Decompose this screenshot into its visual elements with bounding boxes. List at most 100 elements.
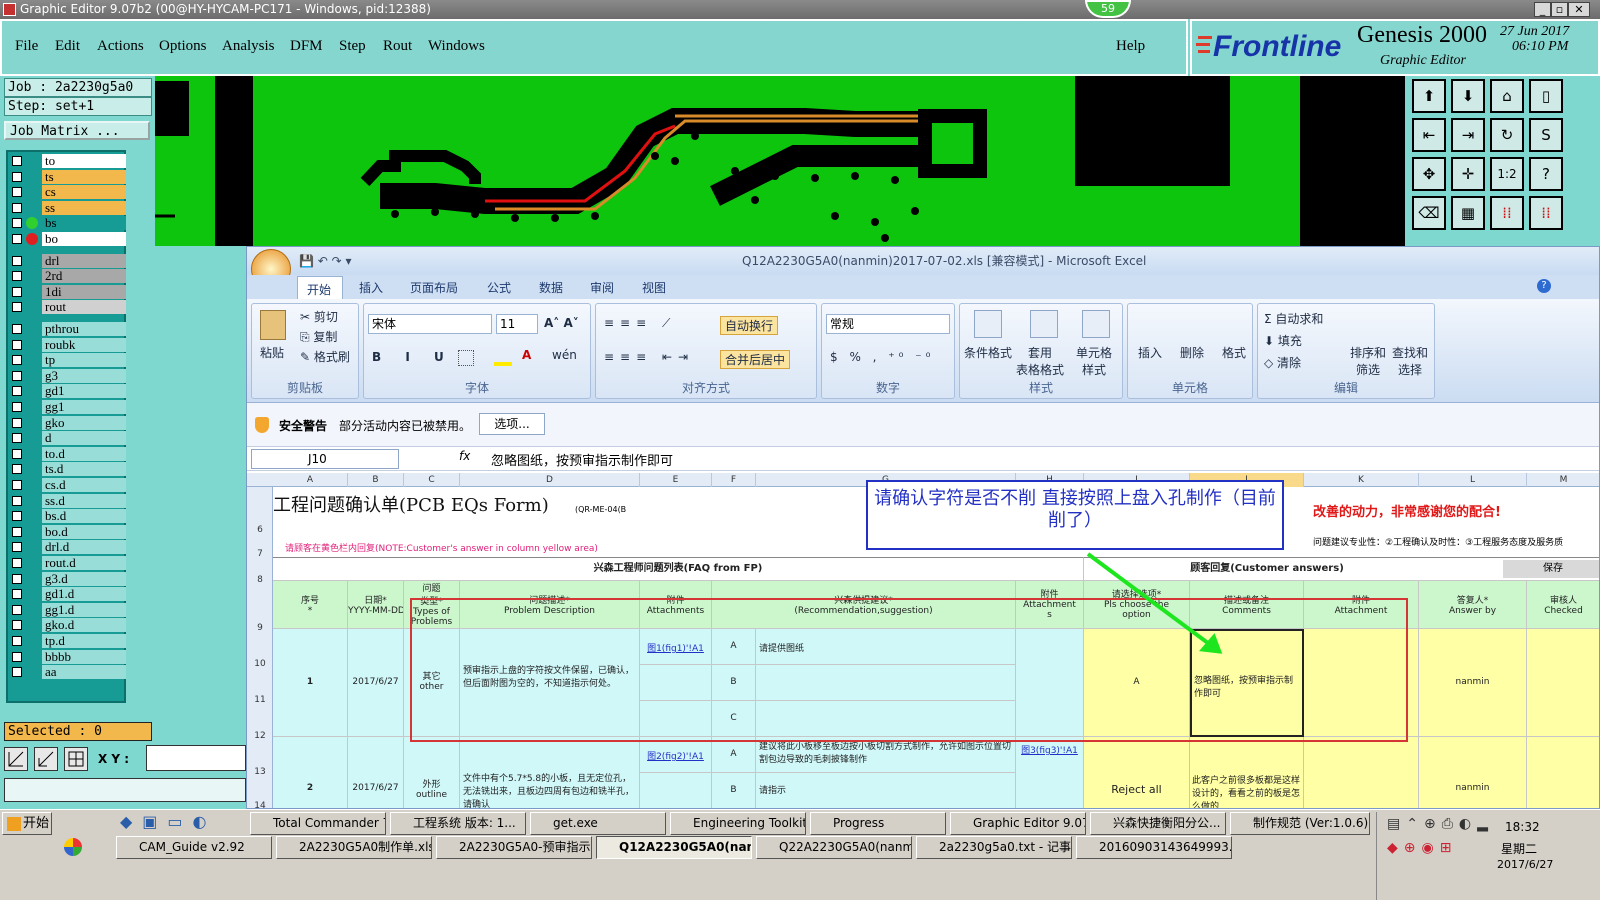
font-size-select[interactable]: 11 — [496, 314, 538, 334]
graphic-canvas[interactable] — [155, 76, 1405, 246]
layer-row[interactable]: rout.d — [10, 556, 126, 570]
col-header[interactable]: L — [1419, 473, 1527, 487]
row2-attachment-link[interactable]: 图2(fig2)'!A1 — [640, 737, 712, 773]
col-header[interactable]: K — [1304, 473, 1419, 487]
autosum-button[interactable]: Σ 自动求和 — [1264, 310, 1323, 327]
function-icon[interactable]: fx — [459, 449, 470, 463]
layer-checkbox[interactable] — [12, 234, 22, 244]
layer-row[interactable]: g3.d — [10, 571, 126, 586]
layer-row[interactable]: 2rd — [10, 269, 126, 284]
layer-row[interactable]: bbbb — [10, 649, 126, 664]
format-table-button[interactable]: 套用 表格格式 — [1016, 344, 1064, 378]
minimize-button[interactable]: _ — [1534, 2, 1551, 17]
layer-label[interactable]: ts — [42, 169, 126, 184]
bold-italic-underline-icons[interactable]: B I U — [372, 350, 454, 364]
tab-page-layout[interactable]: 页面布局 — [410, 279, 458, 296]
tab-formulas[interactable]: 公式 — [487, 279, 511, 296]
col-header[interactable]: F — [712, 473, 756, 487]
erase-icon[interactable]: ⌫ — [1412, 196, 1446, 230]
delete-cells-button[interactable]: 删除 — [1180, 344, 1204, 361]
layer-row[interactable]: ss — [10, 200, 126, 215]
task-work-order-xls[interactable]: 2A2230G5A0制作单.xls ... — [276, 836, 432, 859]
row2-date[interactable]: 2017/6/27 — [348, 737, 404, 808]
task-progress[interactable]: Progress — [810, 812, 946, 835]
layer-row[interactable]: cs — [10, 185, 126, 200]
name-box[interactable]: J10 — [251, 449, 399, 469]
layer-checkbox[interactable] — [12, 604, 22, 615]
cell-styles-button[interactable]: 单元格 样式 — [1076, 344, 1112, 378]
layer-checkbox[interactable] — [12, 433, 22, 444]
tab-view[interactable]: 视图 — [642, 279, 666, 296]
row2-attachment2-link[interactable]: 图3(fig3)'!A1 — [1016, 737, 1084, 808]
layer-label[interactable]: gg1.d — [42, 602, 126, 617]
row-header[interactable]: 7 — [247, 549, 273, 559]
layer-label[interactable]: to.d — [42, 446, 126, 461]
phonetic-icon[interactable]: wén — [552, 348, 577, 362]
pan-right-icon[interactable]: ⇥ — [1451, 118, 1485, 152]
row-header[interactable]: 12 — [247, 731, 273, 741]
job-matrix-button[interactable]: Job Matrix ... — [4, 121, 150, 140]
layer-checkbox[interactable] — [12, 370, 22, 381]
layer-checkbox[interactable] — [12, 667, 22, 678]
layer-checkbox[interactable] — [12, 355, 22, 366]
layer-label[interactable]: tp — [42, 353, 126, 368]
tab-review[interactable]: 审阅 — [590, 279, 614, 296]
layer-row[interactable]: gko — [10, 415, 126, 430]
layer-label[interactable]: bo.d — [42, 524, 126, 539]
insert-cells-button[interactable]: 插入 — [1138, 344, 1162, 361]
row2-checked[interactable] — [1527, 737, 1599, 808]
col-header[interactable]: E — [640, 473, 712, 487]
task-engineering-toolkit[interactable]: Engineering Toolkit 9... — [670, 812, 806, 835]
layer-row[interactable]: tp — [10, 353, 126, 368]
layer-label[interactable]: bs.d — [42, 509, 126, 524]
menu-actions[interactable]: Actions — [97, 38, 144, 55]
layer-checkbox[interactable] — [12, 511, 22, 522]
layer-checkbox[interactable] — [12, 526, 22, 537]
layer-label[interactable]: ts.d — [42, 462, 126, 477]
layer-row[interactable]: gd1 — [10, 384, 126, 399]
tray-icons-row2[interactable]: ◆⊕◉⊞ — [1387, 840, 1457, 856]
layer-row[interactable]: bs — [10, 216, 126, 231]
format-cells-button[interactable]: 格式 — [1222, 344, 1246, 361]
layer-checkbox[interactable] — [12, 286, 22, 297]
number-format-icons[interactable]: $ % , ⁺⁰ ⁻⁰ — [830, 350, 934, 364]
font-color-icon[interactable]: A — [522, 348, 531, 362]
layer-row[interactable]: ss.d — [10, 493, 126, 508]
conditional-format-button[interactable]: 条件格式 — [964, 344, 1012, 361]
tool-measure-icon[interactable] — [34, 747, 58, 771]
font-name-select[interactable]: 宋体 — [368, 314, 492, 334]
task-total-commander[interactable]: Total Commander 7.... — [250, 812, 386, 835]
layer-label[interactable]: drl — [42, 253, 126, 268]
layer-label[interactable]: roubk — [42, 337, 126, 352]
layer-checkbox[interactable] — [12, 156, 22, 166]
layer-checkbox[interactable] — [12, 187, 22, 198]
quick-access-save-icon[interactable]: 💾 ↶ ↷ ▾ — [299, 247, 352, 275]
row2-description[interactable]: 文件中有个5.7*5.8的小板，且无定位孔，无法铣出来，且板边四周有包边和铣半孔… — [460, 737, 640, 808]
layer-label[interactable]: drl.d — [42, 540, 126, 555]
task-graphic-editor[interactable]: Graphic Editor 9.07b... — [950, 812, 1086, 835]
cell-styles-icon[interactable] — [1082, 310, 1110, 338]
layer-checkbox[interactable] — [12, 480, 22, 490]
row2-suggestion-b[interactable]: 请指示 — [756, 773, 1016, 808]
layer-label[interactable]: 2rd — [42, 269, 126, 284]
layer-row[interactable]: drl.d — [10, 540, 126, 555]
layer-row[interactable]: gg1 — [10, 400, 126, 414]
horizontal-align-icons[interactable]: ≡≡≡ ⇤⇥ — [604, 350, 694, 364]
copy-button[interactable]: ⎘ 复制 — [300, 328, 337, 345]
conditional-format-icon[interactable] — [974, 310, 1002, 338]
layer-row[interactable]: rout — [10, 300, 126, 315]
task-notepad[interactable]: 2a2230g5a0.txt - 记事本 — [916, 836, 1072, 859]
menu-edit[interactable]: Edit — [55, 38, 80, 55]
formula-input[interactable]: 忽略图纸，按预审指示制作即可 — [491, 450, 673, 469]
layers-alt-icon[interactable]: ⁞⁞ — [1529, 196, 1563, 230]
layer-label[interactable]: bbbb — [42, 649, 126, 664]
task-preaudit[interactable]: 2A2230G5A0-预审指示... — [436, 836, 592, 859]
layer-label[interactable]: ss.d — [42, 493, 126, 508]
menu-options[interactable]: Options — [159, 38, 207, 55]
task-rtf[interactable]: 20160903143649993.rtf... — [1076, 836, 1232, 859]
layer-checkbox[interactable] — [12, 218, 22, 229]
layer-checkbox[interactable] — [12, 386, 22, 397]
layer-label[interactable]: bo — [42, 232, 126, 246]
scale-icon[interactable]: 1:2 — [1490, 157, 1524, 191]
snap-icon[interactable]: S — [1529, 118, 1563, 152]
